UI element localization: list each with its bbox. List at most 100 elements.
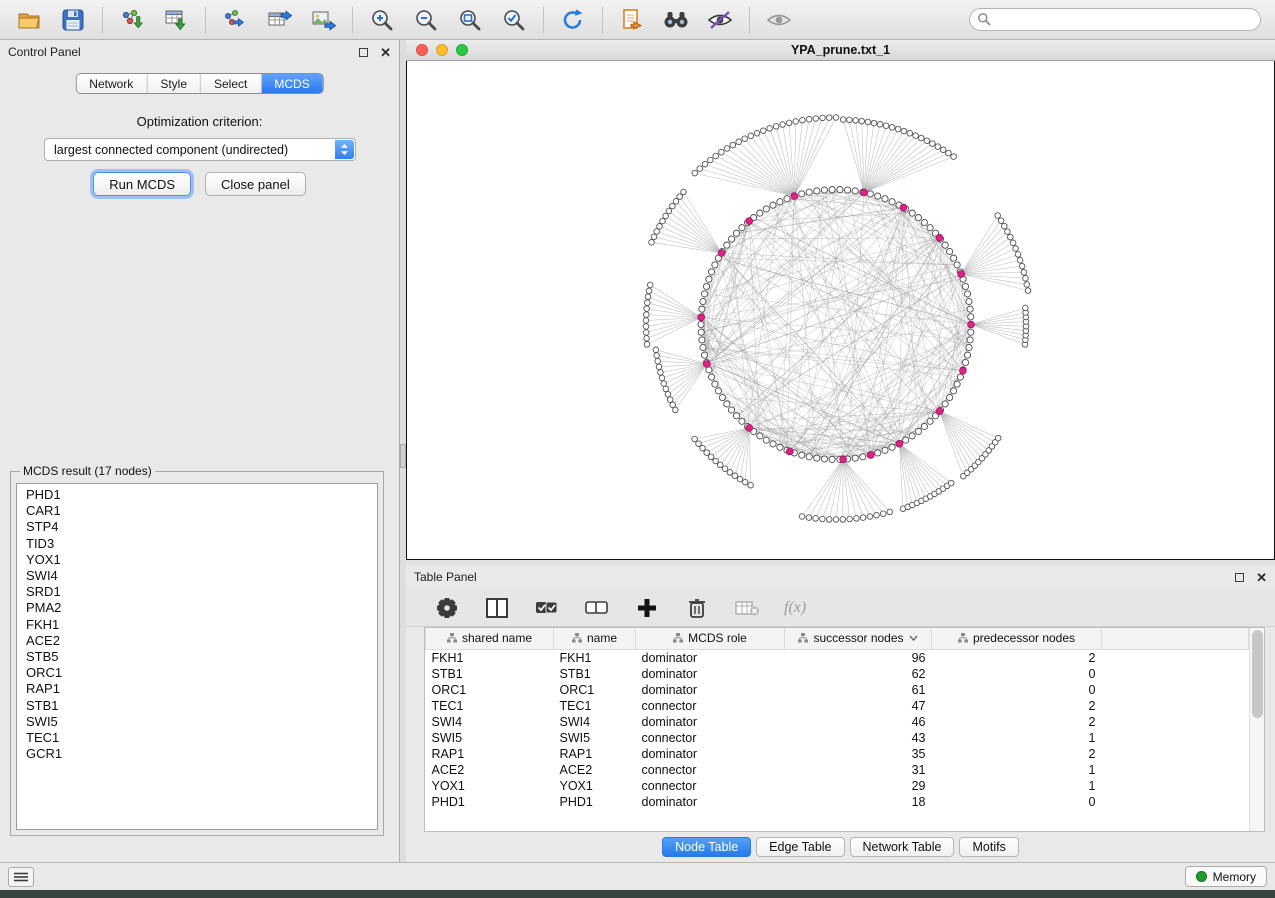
tab-network[interactable]: Network [76,74,146,93]
table-row[interactable]: YOX1YOX1connector291 [426,778,1249,794]
toolbar-separator [205,7,206,33]
mcds-result-list[interactable]: PHD1CAR1STP4TID3YOX1SWI4SRD1PMA2FKH1ACE2… [16,483,378,830]
export-network-icon [222,7,248,33]
show-all-button[interactable] [764,5,794,35]
network-canvas[interactable] [406,61,1275,560]
mcds-result-item[interactable]: SRD1 [26,584,377,600]
column-header-MCDS-role[interactable]: MCDS role [636,628,785,649]
network-window: YPA_prune.txt_1 [406,40,1275,560]
table-row[interactable]: STB1STB1dominator620 [426,666,1249,682]
close-panel-icon[interactable]: ✕ [380,46,391,59]
mcds-result-item[interactable]: SWI4 [26,568,377,584]
table-row[interactable]: RAP1RAP1dominator352 [426,746,1249,762]
table-row[interactable]: TEC1TEC1connector472 [426,698,1249,714]
mcds-result-item[interactable]: PHD1 [26,487,377,503]
search-icon [977,12,991,31]
optimization-criterion-select[interactable]: largest connected component (undirected) [44,138,356,161]
zoom-fit-content-button[interactable] [455,5,485,35]
export-table-button[interactable] [264,5,294,35]
import-network-icon [119,7,145,33]
column-header-successor-nodes[interactable]: successor nodes [785,628,932,649]
vertical-splitter[interactable] [400,40,406,862]
delete-table-icon [734,598,760,618]
run-mcds-button[interactable]: Run MCDS [93,172,191,196]
zoom-out-button[interactable] [411,5,441,35]
memory-button[interactable]: Memory [1185,866,1267,887]
delete-table-button[interactable] [734,595,760,621]
tab-style[interactable]: Style [146,74,200,93]
import-network-from-file-button[interactable] [117,5,147,35]
splitter-handle[interactable] [400,444,406,468]
toolbar-search [969,8,1261,31]
mcds-result-item[interactable]: ORC1 [26,665,377,681]
control-panel-titlebar: Control Panel ✕ [0,40,399,64]
mcds-result-item[interactable]: CAR1 [26,503,377,519]
column-header-name[interactable]: name [554,628,636,649]
table-row[interactable]: FKH1FKH1dominator962 [426,649,1249,666]
tab-motifs[interactable]: Motifs [959,837,1018,857]
mcds-result-item[interactable]: RAP1 [26,681,377,697]
table-scrollbar-thumb[interactable] [1252,630,1263,718]
function-builder-button[interactable]: f(x) [784,599,806,617]
tab-edge-table[interactable]: Edge Table [756,837,844,857]
column-header-shared-name[interactable]: shared name [426,628,554,649]
close-panel-button[interactable]: Close panel [205,172,306,196]
table-row[interactable]: SWI4SWI4dominator462 [426,714,1249,730]
gear-icon [435,596,459,620]
control-panel-title: Control Panel [8,45,81,59]
optimization-criterion-value: largest connected component (undirected) [54,143,288,157]
delete-row-button[interactable] [684,595,710,621]
mcds-result-item[interactable]: TID3 [26,536,377,552]
trash-icon [687,597,707,619]
hide-selected-button[interactable] [705,5,735,35]
mcds-result-item[interactable]: SWI5 [26,714,377,730]
tab-mcds[interactable]: MCDS [260,74,322,93]
table-options-button[interactable] [434,595,460,621]
tab-node-table[interactable]: Node Table [662,837,751,857]
open-session-button[interactable] [14,5,44,35]
zoom-in-button[interactable] [367,5,397,35]
mcds-result-item[interactable]: STB5 [26,649,377,665]
mcds-result-item[interactable]: ACE2 [26,633,377,649]
zoom-out-icon [413,7,439,33]
panel-menu-button[interactable] [8,867,34,887]
table-row[interactable]: PHD1PHD1dominator180 [426,794,1249,810]
mcds-result-item[interactable]: FKH1 [26,617,377,633]
table-scrollbar[interactable] [1249,628,1264,831]
mcds-result-item[interactable]: GCR1 [26,746,377,762]
column-type-icon [447,633,457,643]
toolbar-separator [602,7,603,33]
float-table-panel-icon[interactable] [1235,573,1244,582]
close-window-icon[interactable] [416,44,428,56]
mcds-result-item[interactable]: PMA2 [26,600,377,616]
mcds-result-item[interactable]: STB1 [26,698,377,714]
close-table-panel-icon[interactable]: ✕ [1256,571,1267,584]
search-input[interactable] [969,8,1261,31]
table-row[interactable]: ACE2ACE2connector311 [426,762,1249,778]
duplicate-network-button[interactable] [617,5,647,35]
zoom-selected-region-button[interactable] [499,5,529,35]
apply-preferred-layout-button[interactable] [558,5,588,35]
save-session-button[interactable] [58,5,88,35]
main-toolbar [0,0,1275,40]
export-image-button[interactable] [308,5,338,35]
show-columns-button[interactable] [484,595,510,621]
mcds-result-item[interactable]: YOX1 [26,552,377,568]
table-row[interactable]: ORC1ORC1dominator610 [426,682,1249,698]
first-neighbors-button[interactable] [661,5,691,35]
export-network-button[interactable] [220,5,250,35]
mcds-result-item[interactable]: STP4 [26,519,377,535]
tab-network-table[interactable]: Network Table [850,837,955,857]
table-row[interactable]: SWI5SWI5connector431 [426,730,1249,746]
list-menu-icon [14,872,28,882]
add-row-button[interactable] [634,595,660,621]
deselect-all-rows-button[interactable] [584,595,610,621]
select-all-rows-button[interactable] [534,595,560,621]
import-table-from-file-button[interactable] [161,5,191,35]
mcds-result-item[interactable]: TEC1 [26,730,377,746]
tab-select[interactable]: Select [200,74,260,93]
float-panel-icon[interactable] [359,48,368,57]
minimize-window-icon[interactable] [436,44,448,56]
maximize-window-icon[interactable] [456,44,468,56]
column-header-predecessor-nodes[interactable]: predecessor nodes [932,628,1102,649]
